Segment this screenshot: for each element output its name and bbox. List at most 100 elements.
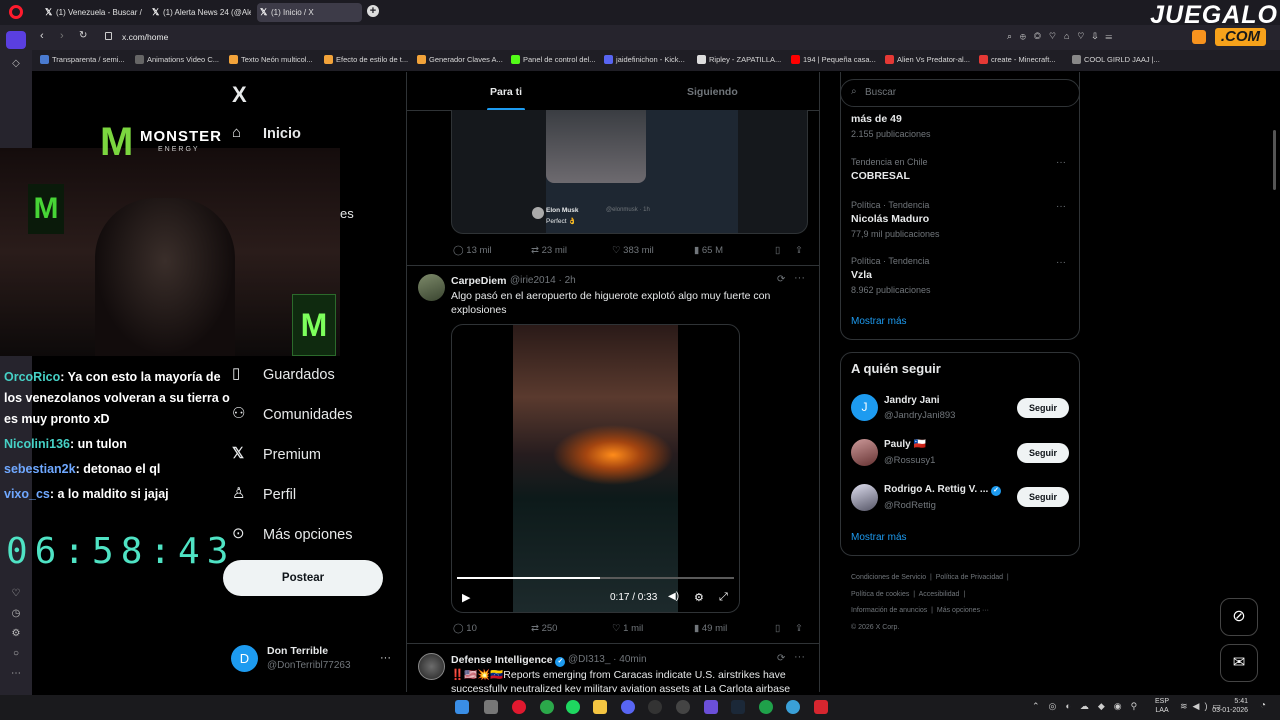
reply-count[interactable]: ◯ 13 mil (453, 245, 492, 256)
bookmark-item[interactable]: Transparenta / semi... (40, 55, 125, 64)
taskview-icon[interactable] (484, 700, 498, 714)
nav-premium[interactable]: Premium (263, 447, 321, 463)
forward-icon[interactable]: › (60, 30, 64, 42)
url-field[interactable]: x.com/home (122, 32, 168, 42)
nav-perfil[interactable]: Perfil (263, 487, 296, 503)
view-count[interactable]: ▮ 49 mil (694, 623, 727, 634)
trend-name[interactable]: Nicolás Maduro (851, 213, 929, 225)
tweet-author[interactable]: Defense Intelligence ✓ (451, 654, 566, 667)
bookmark-item[interactable]: Generador Claves A... (417, 55, 503, 64)
user-name[interactable]: Jandry Jani (884, 395, 940, 406)
heart-icon[interactable]: ♡ (9, 588, 23, 602)
nav-explorar-fragment[interactable]: es (340, 206, 354, 221)
trend-name[interactable]: más de 49 (851, 113, 902, 125)
footer-link[interactable]: Accesibilidad (919, 591, 960, 598)
bookmark-item[interactable]: COOL GIRLD JAAJ |... (1072, 55, 1160, 64)
app-icon[interactable] (759, 700, 773, 714)
video-player[interactable]: ▶ 0:17 / 0:33 ◀) ⚙ ⤢ (451, 324, 740, 613)
bookmark-item[interactable]: create - Minecraft... (979, 55, 1056, 64)
trend-more-icon[interactable]: ··· (1056, 157, 1066, 168)
grok-float-button[interactable]: ⊘ (1220, 598, 1258, 636)
notification-icon[interactable]: ◔ (1260, 700, 1266, 711)
nav-comunidades[interactable]: Comunidades (263, 407, 352, 423)
opera-logo-icon[interactable] (9, 5, 23, 19)
avatar[interactable]: D (231, 645, 258, 672)
like-count[interactable]: ♡ 383 mil (612, 245, 654, 256)
discord-icon[interactable] (621, 700, 635, 714)
home-icon[interactable] (6, 31, 26, 49)
grok-icon[interactable]: ⟳ (777, 653, 785, 664)
tab-siguiendo[interactable]: Siguiendo (687, 86, 738, 98)
bookmark-item[interactable]: 194 | Pequeña casa... (791, 55, 876, 64)
repost-count[interactable]: ⇄ 23 mil (531, 245, 567, 256)
app-icon[interactable] (704, 700, 718, 714)
page-scrollbar[interactable] (1273, 130, 1276, 190)
nav-mas-opciones[interactable]: Más opciones (263, 527, 352, 543)
bookmark-item[interactable]: Ripley - ZAPATILLA... (697, 55, 781, 64)
bookmark-item[interactable]: Animations Video C... (135, 55, 219, 64)
postear-button[interactable]: Postear (223, 560, 383, 596)
language-indicator[interactable]: ESP LAA (1155, 697, 1169, 715)
footer-link[interactable]: Más opciones ··· (937, 607, 989, 614)
tab-venezuela[interactable]: 𝕏 (1) Venezuela - Buscar / X (42, 3, 144, 22)
follow-button[interactable]: Seguir (1017, 398, 1069, 418)
x-logo[interactable]: X (232, 82, 247, 108)
avatar[interactable]: J (851, 394, 878, 421)
trend-more-icon[interactable]: ··· (1056, 201, 1066, 212)
share-icon[interactable]: ⇪ (795, 623, 803, 634)
settings-icon[interactable]: ⚙ (694, 591, 704, 604)
spotify-icon[interactable] (566, 700, 580, 714)
follow-button[interactable]: Seguir (1017, 443, 1069, 463)
footer-link[interactable]: Política de cookies (851, 591, 909, 598)
opera-icon[interactable] (512, 700, 526, 714)
new-tab-button[interactable]: + (367, 5, 379, 17)
tweet-handle[interactable]: @irie2014 · 2h (510, 275, 576, 286)
grok-icon[interactable]: ⟳ (777, 274, 785, 285)
history-icon[interactable]: ◷ (9, 608, 23, 622)
tab-alerta-news[interactable]: 𝕏 (1) Alerta News 24 (@Aler (149, 3, 251, 22)
account-more-icon[interactable]: ··· (380, 652, 391, 664)
repost-count[interactable]: ⇄ 250 (531, 623, 557, 634)
tweet-media[interactable]: Elon Musk @elonmusk · 1h Perfect 👌 (451, 110, 808, 234)
back-icon[interactable]: ‹ (40, 30, 44, 42)
user-name[interactable]: Pauly 🇨🇱 (884, 439, 926, 450)
nav-guardados[interactable]: Guardados (263, 367, 335, 383)
play-icon[interactable]: ▶ (462, 591, 470, 604)
avatar[interactable] (851, 484, 878, 511)
bookmark-item[interactable]: Texto Neón multicol... (229, 55, 313, 64)
settings-icon[interactable]: ⚙ (9, 628, 23, 642)
reload-icon[interactable]: ↻ (79, 30, 87, 41)
bookmark-icon[interactable]: ▯ (775, 623, 780, 634)
bookmark-icon[interactable]: ▯ (775, 245, 780, 256)
view-count[interactable]: ▮ 65 M (694, 245, 723, 256)
avatar[interactable] (851, 439, 878, 466)
tweet-handle[interactable]: @DI313_ · 40min (568, 654, 647, 665)
more-icon[interactable]: ⋯ (9, 668, 23, 682)
like-count[interactable]: ♡ 1 mil (612, 623, 643, 634)
volume-icon[interactable]: ◀) (668, 591, 679, 602)
bulb-icon[interactable]: ○ (9, 648, 23, 662)
tweet-more-icon[interactable]: ··· (794, 651, 805, 663)
tab-para-ti[interactable]: Para ti (490, 86, 522, 98)
reply-count[interactable]: ◯ 10 (453, 623, 477, 634)
user-name[interactable]: Rodrigo A. Rettig V. ... ✓ (884, 484, 1002, 496)
tweet-avatar[interactable] (418, 653, 445, 680)
app-icon[interactable] (814, 700, 828, 714)
bookmark-item[interactable]: Panel de control del... (511, 55, 596, 64)
show-more-link[interactable]: Mostrar más (851, 532, 907, 543)
fullscreen-icon[interactable]: ⤢ (719, 591, 728, 604)
bookmark-item[interactable]: jaidefinichon - Kick... (604, 55, 685, 64)
app-icon[interactable] (648, 700, 662, 714)
tab-inicio[interactable]: 𝕏 (1) Inicio / X (257, 3, 362, 22)
share-icon[interactable]: ⇪ (795, 245, 803, 256)
tray-icons[interactable]: ⌃◎◐☁◆◉⚲ (1032, 701, 1146, 712)
folder-icon[interactable] (593, 700, 607, 714)
nav-inicio[interactable]: Inicio (263, 126, 301, 142)
messages-float-button[interactable]: ✉ (1220, 644, 1258, 682)
trend-name[interactable]: COBRESAL (851, 170, 910, 182)
show-more-link[interactable]: Mostrar más (851, 316, 907, 327)
tweet-avatar[interactable] (418, 274, 445, 301)
bookmark-item[interactable]: Alien Vs Predator-al... (885, 55, 970, 64)
trend-name[interactable]: Vzla (851, 269, 872, 281)
follow-button[interactable]: Seguir (1017, 487, 1069, 507)
